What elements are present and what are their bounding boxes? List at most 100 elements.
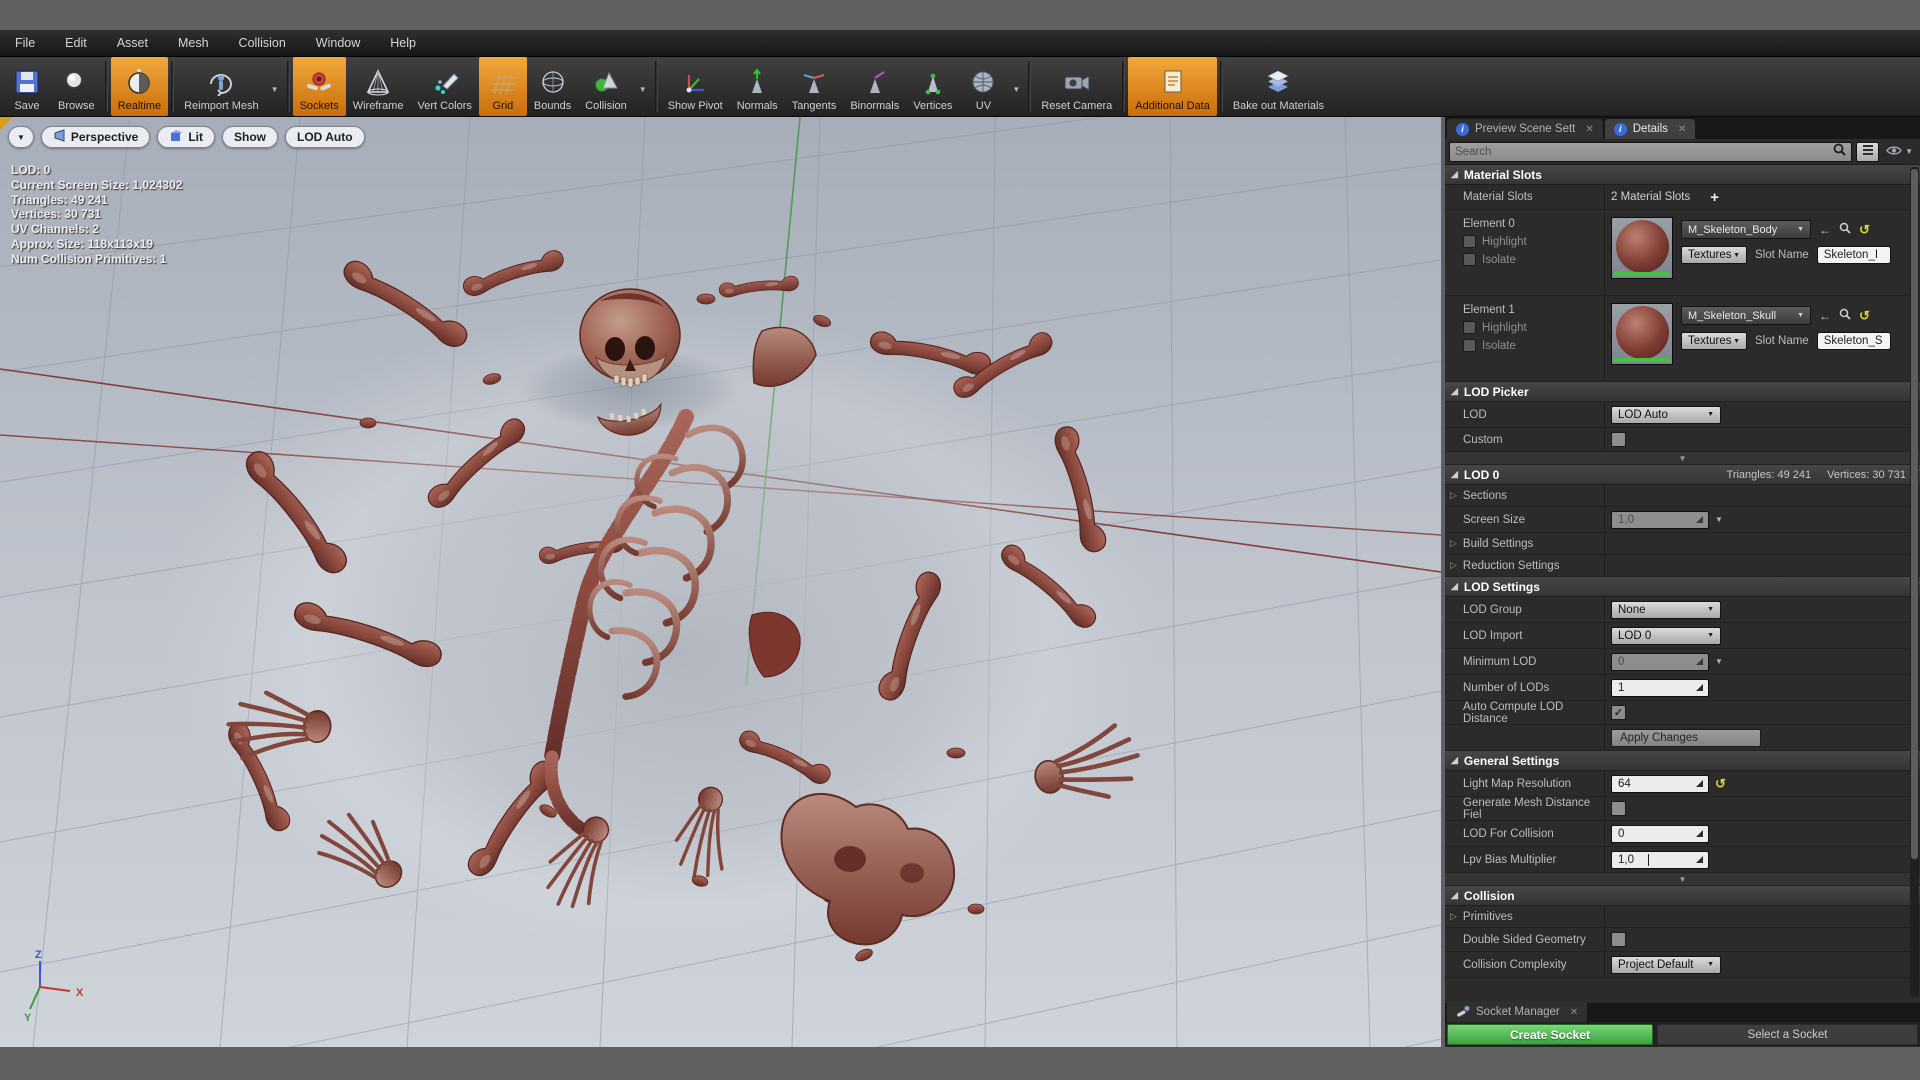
lod-group-dropdown[interactable]: None ▼ (1611, 600, 1721, 619)
display-filter-button[interactable] (1856, 141, 1880, 162)
menu-window[interactable]: Window (301, 30, 375, 56)
distance-field-checkbox[interactable] (1611, 801, 1626, 816)
expand-right-icon[interactable]: ▷ (1450, 911, 1457, 922)
custom-checkbox[interactable] (1611, 432, 1626, 447)
reset-to-default-icon[interactable]: ↺ (1859, 223, 1870, 236)
menu-edit[interactable]: Edit (50, 30, 102, 56)
lod-picker-expander[interactable]: ▼ (1445, 452, 1920, 465)
tab-details[interactable]: i Details ✕ (1604, 119, 1696, 139)
lod-auto-button[interactable]: LOD Auto (284, 126, 365, 148)
scrollbar-thumb[interactable] (1911, 169, 1918, 859)
tab-preview-scene-settings[interactable]: i Preview Scene Sett ✕ (1447, 119, 1603, 139)
chevron-down-icon[interactable]: ▼ (1715, 515, 1723, 524)
isolate-checkbox[interactable] (1463, 339, 1476, 352)
section-lod-settings[interactable]: ◢ LOD Settings (1445, 577, 1920, 597)
isolate-checkbox[interactable] (1463, 253, 1476, 266)
menu-file[interactable]: File (0, 30, 50, 56)
expand-right-icon[interactable]: ▷ (1450, 560, 1457, 571)
auto-compute-checkbox[interactable]: ✓ (1611, 705, 1626, 720)
create-socket-button[interactable]: Create Socket (1447, 1024, 1653, 1045)
uv-dropdown[interactable]: ▼ (1007, 57, 1025, 116)
close-icon[interactable]: ✕ (1678, 124, 1686, 135)
light-map-resolution-input[interactable]: 64 (1611, 774, 1709, 793)
realtime-toggle[interactable]: Realtime (110, 57, 169, 116)
chevron-down-icon[interactable]: ▼ (1715, 657, 1723, 666)
view-options-button[interactable]: ▼ (1883, 143, 1916, 161)
highlight-checkbox-row[interactable]: Highlight (1463, 235, 1527, 248)
material-asset-dropdown[interactable]: M_Skeleton_Skull ▼ (1681, 306, 1811, 325)
binormals-toggle[interactable]: Binormals (843, 57, 906, 116)
slot-name-input[interactable]: Skeleton_I (1816, 246, 1891, 264)
vertices-toggle[interactable]: Vertices (906, 57, 959, 116)
highlight-checkbox[interactable] (1463, 235, 1476, 248)
lpv-bias-multiplier-input[interactable]: 1,0 (1611, 850, 1709, 869)
normals-toggle[interactable]: Normals (730, 57, 785, 116)
reimport-mesh-button[interactable]: Reimport Mesh (177, 57, 266, 116)
material-thumbnail[interactable] (1611, 217, 1673, 279)
section-lod-picker[interactable]: ◢ LOD Picker (1445, 382, 1920, 402)
use-selected-asset-icon[interactable]: ← (1819, 224, 1831, 236)
lod-import-dropdown[interactable]: LOD 0 ▼ (1611, 626, 1721, 645)
collision-toggle[interactable]: Collision (578, 57, 634, 116)
reset-camera-button[interactable]: Reset Camera (1034, 57, 1119, 116)
material-thumbnail[interactable] (1611, 303, 1673, 365)
tangents-toggle[interactable]: Tangents (785, 57, 844, 116)
add-material-slot-icon[interactable]: + (1710, 189, 1719, 206)
uv-toggle[interactable]: UV (959, 57, 1007, 116)
reduction-settings-row[interactable]: ▷ Reduction Settings (1445, 555, 1920, 577)
vert-colors-toggle[interactable]: Vert Colors (410, 57, 478, 116)
details-scrollbar[interactable] (1910, 167, 1919, 997)
close-icon[interactable]: ✕ (1585, 124, 1593, 135)
reimport-mesh-dropdown[interactable]: ▼ (266, 57, 284, 116)
material-asset-dropdown[interactable]: M_Skeleton_Body ▼ (1681, 220, 1811, 239)
save-button[interactable]: Save (3, 57, 51, 116)
apply-changes-button[interactable]: Apply Changes (1611, 728, 1761, 747)
textures-dropdown[interactable]: Textures ▼ (1681, 246, 1747, 264)
reset-to-default-icon[interactable]: ↺ (1715, 777, 1726, 790)
menu-asset[interactable]: Asset (102, 30, 163, 56)
highlight-checkbox[interactable] (1463, 321, 1476, 334)
wireframe-toggle[interactable]: Wireframe (346, 57, 411, 116)
section-material-slots[interactable]: ◢ Material Slots (1445, 165, 1920, 185)
screen-size-input[interactable]: 1,0 (1611, 510, 1709, 529)
grid-toggle[interactable]: Grid (478, 57, 527, 116)
reset-to-default-icon[interactable]: ↺ (1859, 309, 1870, 322)
browse-to-asset-icon[interactable] (1839, 307, 1851, 325)
browse-button[interactable]: Browse (51, 57, 102, 116)
show-pivot-toggle[interactable]: Show Pivot (661, 57, 730, 116)
isolate-checkbox-row[interactable]: Isolate (1463, 339, 1516, 352)
number-of-lods-input[interactable]: 1 (1611, 678, 1709, 697)
browse-to-asset-icon[interactable] (1839, 221, 1851, 239)
slot-name-input[interactable]: Skeleton_S (1816, 332, 1891, 350)
expand-right-icon[interactable]: ▷ (1450, 538, 1457, 549)
menu-help[interactable]: Help (375, 30, 431, 56)
sections-row[interactable]: ▷ Sections (1445, 485, 1920, 507)
collision-dropdown[interactable]: ▼ (634, 57, 652, 116)
textures-dropdown[interactable]: Textures ▼ (1681, 332, 1747, 350)
perspective-button[interactable]: Perspective (40, 126, 151, 148)
lit-mode-button[interactable]: Lit (157, 126, 215, 148)
close-icon[interactable]: ✕ (1570, 1007, 1578, 1018)
menu-mesh[interactable]: Mesh (163, 30, 224, 56)
show-menu-button[interactable]: Show (221, 126, 278, 148)
bounds-toggle[interactable]: Bounds (527, 57, 578, 116)
primitives-row[interactable]: ▷ Primitives (1445, 906, 1920, 928)
minimum-lod-input[interactable]: 0 (1611, 652, 1709, 671)
build-settings-row[interactable]: ▷ Build Settings (1445, 533, 1920, 555)
bake-out-materials-button[interactable]: Bake out Materials (1226, 57, 1331, 116)
section-general-settings[interactable]: ◢ General Settings (1445, 751, 1920, 771)
isolate-checkbox-row[interactable]: Isolate (1463, 253, 1516, 266)
highlight-checkbox-row[interactable]: Highlight (1463, 321, 1527, 334)
menu-collision[interactable]: Collision (224, 30, 301, 56)
lod-dropdown[interactable]: LOD Auto ▼ (1611, 405, 1721, 424)
viewport-options-button[interactable]: ▼ (8, 126, 34, 148)
expand-right-icon[interactable]: ▷ (1450, 490, 1457, 501)
3d-viewport[interactable]: ▼ Perspective Lit Show LOD Auto LOD: 0 C… (0, 117, 1441, 1047)
use-selected-asset-icon[interactable]: ← (1819, 310, 1831, 322)
additional-data-toggle[interactable]: Additional Data (1128, 57, 1217, 116)
search-input[interactable] (1455, 145, 1834, 158)
lod-for-collision-input[interactable]: 0 (1611, 824, 1709, 843)
collision-complexity-dropdown[interactable]: Project Default ▼ (1611, 955, 1721, 974)
section-lod0[interactable]: ◢ LOD 0 Triangles: 49 241 Vertices: 30 73… (1445, 465, 1920, 485)
general-settings-expander[interactable]: ▼ (1445, 873, 1920, 886)
